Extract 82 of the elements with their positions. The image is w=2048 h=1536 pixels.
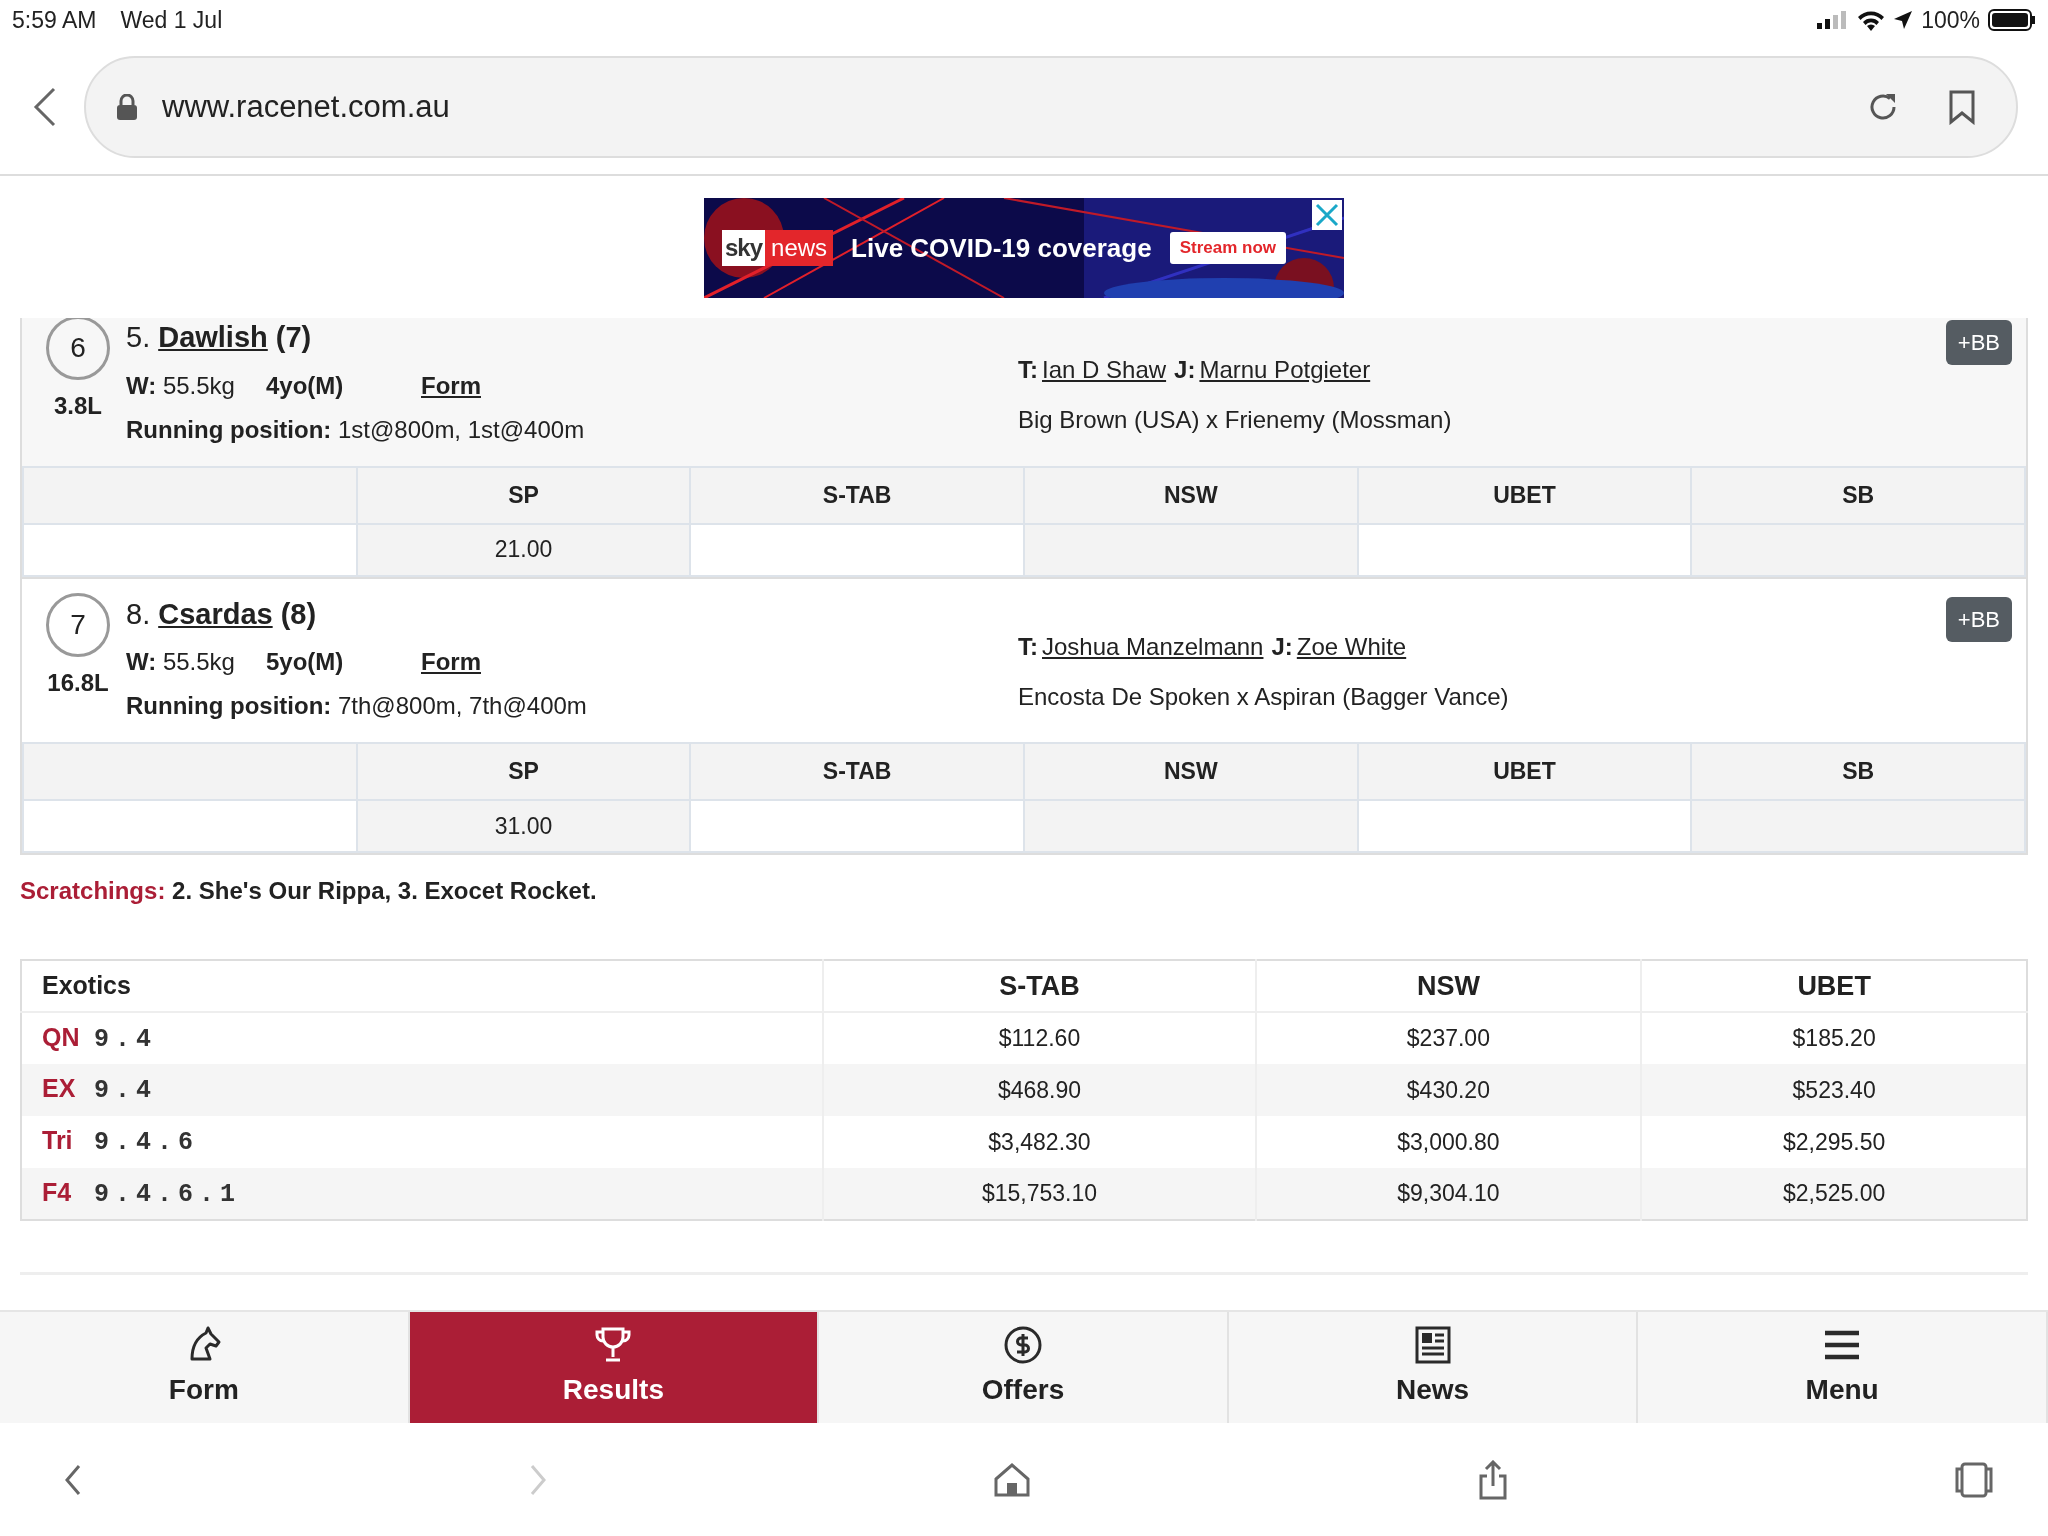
breeding-text: Encosta De Spoken x Aspiran (Bagger Vance) bbox=[1018, 681, 1509, 712]
address-field[interactable]: www.racenet.com.au bbox=[84, 56, 2018, 158]
form-link[interactable]: Form bbox=[421, 644, 481, 680]
finish-position: 6 bbox=[46, 318, 110, 380]
barrier-text: (8) bbox=[280, 596, 317, 632]
bookmark-icon[interactable] bbox=[1948, 89, 1976, 125]
table-cell: $468.90 bbox=[823, 1064, 1256, 1116]
chevron-right-icon bbox=[529, 1463, 546, 1496]
breeding-text: Big Brown (USA) x Frienemy (Mossman) bbox=[1018, 405, 1452, 435]
trainer-label: T: bbox=[1018, 355, 1038, 385]
jockey-link[interactable]: Zoe White bbox=[1296, 628, 1407, 665]
table-cell: $2,525.00 bbox=[1641, 1168, 2027, 1220]
status-date: Wed 1 Jul bbox=[120, 5, 223, 35]
location-icon bbox=[1893, 10, 1914, 30]
url-text: www.racenet.com.au bbox=[162, 87, 451, 126]
margin-text: 3.8L bbox=[54, 391, 102, 421]
table-header: S-TAB bbox=[823, 960, 1256, 1012]
trainer-link[interactable]: Ian D Shaw bbox=[1042, 352, 1167, 388]
ad-headline: Live COVID-19 coverage bbox=[851, 231, 1152, 265]
share-icon bbox=[1478, 1459, 1507, 1500]
table-header: NSW bbox=[1023, 466, 1358, 524]
barrier-text: (7) bbox=[275, 320, 312, 355]
tabs-button[interactable] bbox=[1955, 1461, 1993, 1498]
running-position-text: Running position: 7th@800m, 7th@400m bbox=[126, 691, 588, 721]
scratchings-text: Scratchings: 2. She's Our Rippa, 3. Exocet Rocket. bbox=[20, 877, 597, 904]
finish-position: 7 bbox=[46, 592, 110, 657]
table-cell: $15,753.10 bbox=[823, 1168, 1256, 1220]
table-header: S-TAB bbox=[690, 743, 1024, 800]
blackbook-button[interactable]: +BB bbox=[1945, 320, 2012, 365]
table-header: UBET bbox=[1357, 466, 1692, 524]
jockey-label: J: bbox=[1174, 355, 1196, 385]
table-cell: 31.00 bbox=[356, 800, 691, 852]
stream-button[interactable]: Stream now bbox=[1169, 232, 1286, 264]
ad-logo-text: news bbox=[765, 230, 834, 266]
runner-name-link[interactable]: Dawlish bbox=[158, 318, 268, 360]
table-cell: QN 9.4 bbox=[21, 1012, 824, 1064]
table-header: SB bbox=[1691, 743, 2025, 800]
table-header: UBET bbox=[1357, 743, 1692, 800]
status-time: 5:59 AM bbox=[12, 5, 97, 35]
runner-number: 5. bbox=[126, 320, 151, 355]
lock-icon bbox=[116, 94, 138, 120]
table-header: SP bbox=[356, 743, 691, 800]
table-header: SP bbox=[356, 466, 691, 524]
nav-tab[interactable]: Results bbox=[409, 1312, 820, 1423]
weight-text: W: 55.5kg bbox=[126, 370, 236, 401]
table-cell: $9,304.10 bbox=[1255, 1168, 1642, 1220]
ad-logo-text: sky bbox=[722, 230, 766, 266]
table-cell: F4 9.4.6.1 bbox=[21, 1168, 824, 1220]
table-cell: Tri 9.4.6 bbox=[21, 1116, 824, 1168]
battery-icon bbox=[1988, 9, 2036, 31]
chevron-left-icon bbox=[65, 1463, 81, 1496]
wifi-icon bbox=[1857, 9, 1886, 31]
close-icon[interactable] bbox=[1312, 200, 1342, 230]
table-header: UBET bbox=[1641, 960, 2027, 1012]
runner-number: 8. bbox=[126, 596, 151, 632]
jockey-label: J: bbox=[1271, 631, 1293, 662]
table-header: S-TAB bbox=[690, 466, 1024, 524]
table-header: Exotics bbox=[21, 960, 824, 1012]
blackbook-button[interactable]: +BB bbox=[1945, 596, 2012, 642]
table-header: NSW bbox=[1023, 743, 1358, 800]
tabs-icon bbox=[1955, 1461, 1993, 1498]
back-button[interactable] bbox=[65, 1463, 81, 1496]
runner-name-link[interactable]: Csardas bbox=[158, 592, 273, 636]
age-text: 5yo(M) bbox=[266, 647, 345, 677]
table-cell: $430.20 bbox=[1255, 1064, 1642, 1116]
jockey-link[interactable]: Marnu Potgieter bbox=[1199, 352, 1371, 388]
running-position-text: Running position: 1st@800m, 1st@400m bbox=[126, 414, 586, 445]
table-header: SB bbox=[1691, 466, 2025, 524]
margin-text: 16.8L bbox=[47, 667, 109, 698]
home-button[interactable] bbox=[994, 1462, 1030, 1497]
age-text: 4yo(M) bbox=[266, 370, 345, 401]
table-header: NSW bbox=[1255, 960, 1642, 1012]
form-link[interactable]: Form bbox=[421, 367, 481, 404]
trainer-link[interactable]: Joshua Manzelmann bbox=[1042, 628, 1264, 665]
home-icon bbox=[994, 1462, 1030, 1497]
table-cell: 21.00 bbox=[356, 523, 691, 576]
trainer-label: T: bbox=[1018, 631, 1038, 662]
battery-percent: 100% bbox=[1921, 5, 1980, 35]
table-cell: EX 9.4 bbox=[21, 1064, 824, 1116]
table-cell: $523.40 bbox=[1641, 1064, 2027, 1116]
share-button[interactable] bbox=[1478, 1459, 1507, 1500]
weight-text: W: 55.5kg bbox=[126, 647, 236, 677]
